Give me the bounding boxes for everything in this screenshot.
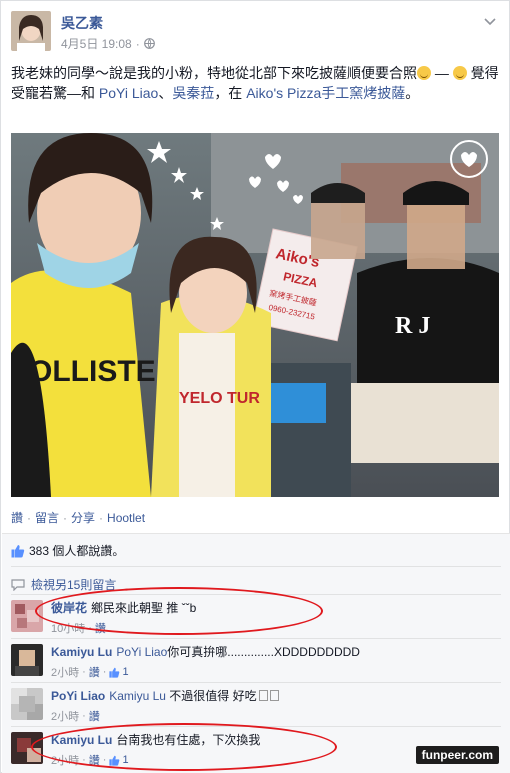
comment-divider <box>11 682 501 683</box>
tagged-user-wu[interactable]: 吳秦菈 <box>172 85 214 101</box>
author-avatar[interactable] <box>11 11 51 51</box>
like-action[interactable]: 讚 <box>11 509 23 526</box>
post-date[interactable]: 4月5日 19:08 <box>61 35 132 52</box>
comment-divider <box>11 638 501 639</box>
privacy-globe-icon[interactable] <box>143 38 155 49</box>
comment-like-number: 1 <box>122 666 129 678</box>
share-action[interactable]: 分享 <box>71 509 95 526</box>
likes-summary[interactable]: 383 個人都說讚。 <box>11 542 124 559</box>
commenter-avatar[interactable] <box>11 688 43 720</box>
shirt-left-text: OLLISTE <box>29 355 156 388</box>
comment-time[interactable]: 2小時 <box>51 664 79 680</box>
tagged-user-poyi[interactable]: PoYi Liao <box>99 85 158 101</box>
action-sep-1: · <box>27 510 32 525</box>
smile-emoji-icon <box>417 66 431 80</box>
comment-body: PoYi Liao Kamiyu Lu 不過很值得 好吃 <box>51 688 491 704</box>
comment-text: 你可真拚哪..............XDDDDDDDDD <box>167 645 360 659</box>
post-text-at: ，在 <box>214 85 247 101</box>
likes-count-text[interactable]: 383 個人都說讚。 <box>29 542 124 559</box>
comment-meta-sep: · <box>82 666 86 678</box>
comment-body: Kamiyu Lu PoYi Liao你可真拚哪..............XDD… <box>51 644 491 660</box>
chevron-down-icon[interactable] <box>483 15 497 29</box>
missing-glyph-icon <box>269 690 279 701</box>
comment-mention[interactable]: Kamiyu Lu <box>109 689 166 703</box>
commenter-avatar[interactable] <box>11 644 43 676</box>
comment-text: 不過很值得 好吃 <box>165 689 257 703</box>
hootlet-action[interactable]: Hootlet <box>107 511 145 525</box>
post-header: 吳乙素 4月5日 19:08 · <box>11 11 501 53</box>
action-sep-2: · <box>63 510 68 525</box>
post-photo[interactable]: Aiko's PIZZA 窯烤手工披薩 0960-232715 OLLISTE <box>11 133 499 497</box>
speech-bubble-icon <box>11 578 25 591</box>
thumbs-up-icon <box>11 544 25 558</box>
feeling-emoji-icon <box>452 66 467 80</box>
meta-separator: · <box>135 36 140 51</box>
highlight-oval <box>31 723 337 771</box>
comment-item: Kamiyu Lu PoYi Liao你可真拚哪..............XDD… <box>11 642 501 684</box>
comment-meta-sep: · <box>102 666 107 678</box>
thumbs-up-icon <box>109 667 120 678</box>
comment-item: PoYi Liao Kamiyu Lu 不過很值得 好吃 2小時 · 讚 <box>11 686 501 728</box>
comment-time[interactable]: 2小時 <box>51 708 79 724</box>
comment-like-action[interactable]: 讚 <box>89 664 100 680</box>
post-text-part1: 我老妹的同學～說是我的小粉，特地從北部下來吃披薩順便要合照 <box>11 65 417 81</box>
commenter-name[interactable]: PoYi Liao <box>51 689 105 703</box>
author-name[interactable]: 吳乙素 <box>61 13 103 33</box>
shirt-right-text: R J <box>395 313 430 339</box>
comment-meta: 2小時 · 讚 <box>51 708 100 724</box>
comment-meta-sep: · <box>82 710 86 722</box>
post-text: 我老妹的同學～說是我的小粉，特地從北部下來吃披薩順便要合照 — 覺得受寵若驚—和… <box>11 63 499 103</box>
location-link[interactable]: Aiko's Pizza手工窯烤披薩 <box>246 85 405 101</box>
post-actions: 讚 · 留言 · 分享 · Hootlet <box>11 509 145 526</box>
missing-glyph-icon <box>258 690 268 701</box>
shirt-mid-text: YELO TUR <box>179 390 260 407</box>
comment-like-count[interactable]: 1 <box>109 666 129 678</box>
commenter-name[interactable]: Kamiyu Lu <box>51 645 112 659</box>
post-meta: 4月5日 19:08 · <box>61 35 155 52</box>
post-text-end: 。 <box>405 85 420 101</box>
comment-like-action[interactable]: 讚 <box>89 708 100 724</box>
likes-divider <box>11 566 501 567</box>
comment-meta: 2小時 · 讚 · 1 <box>51 664 129 680</box>
comment-mention[interactable]: PoYi Liao <box>116 645 167 659</box>
post-card: 吳乙素 4月5日 19:08 · 我老妹的同學～說是我的小粉，特地從北部下來吃披… <box>0 0 510 773</box>
watermark: funpeer.com <box>415 746 499 764</box>
comment-action[interactable]: 留言 <box>35 509 59 526</box>
post-text-dash: — <box>431 65 453 81</box>
tag-separator: 、 <box>158 85 173 101</box>
highlight-oval <box>35 587 323 635</box>
action-sep-3: · <box>99 510 104 525</box>
